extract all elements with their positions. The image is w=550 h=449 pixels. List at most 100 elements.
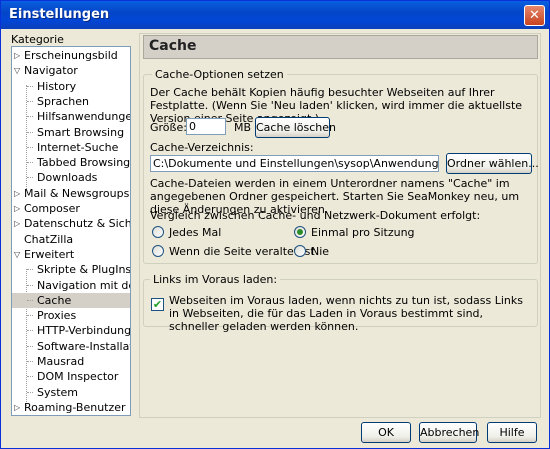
close-button[interactable]: ✕ xyxy=(524,5,545,26)
sidebar-item-label: Internet-Suche xyxy=(37,141,119,154)
sidebar-item[interactable]: Internet-Suche xyxy=(12,140,130,155)
tree-connector xyxy=(27,330,33,331)
tree-connector xyxy=(27,346,33,347)
prefetch-legend: Links im Voraus laden: xyxy=(150,273,281,286)
sidebar-item[interactable]: Software-Installation xyxy=(12,339,130,354)
sidebar-item[interactable]: ▷ Mail & Newsgroups xyxy=(12,186,130,201)
sidebar-item-label: Sprachen xyxy=(37,95,89,108)
sidebar-item[interactable]: ▽ Navigator xyxy=(12,63,130,78)
radio-when-outdated-label[interactable]: Wenn die Seite veraltet ist xyxy=(169,245,315,258)
sidebar-item-label: Mail & Newsgroups xyxy=(24,187,130,200)
help-button[interactable]: Hilfe xyxy=(487,422,537,443)
sidebar-item[interactable]: Skripte & PlugIns xyxy=(12,262,130,277)
window-title: Einstellungen xyxy=(9,7,110,22)
sidebar-item[interactable]: Downloads xyxy=(12,170,130,185)
radio-once-per-session[interactable] xyxy=(294,226,306,238)
cache-dir-field[interactable]: C:\Dokumente und Einstellungen\sysop\Anw… xyxy=(150,155,439,172)
sidebar-item-label: Navigator xyxy=(24,64,78,77)
sidebar-item-label: Tabbed Browsing xyxy=(37,156,131,169)
tree-connector xyxy=(27,300,33,301)
collapsed-twisty-icon[interactable]: ▷ xyxy=(14,403,23,412)
cache-options-legend: Cache-Optionen setzen xyxy=(152,68,287,81)
tree-connector xyxy=(27,86,33,87)
tree-connector xyxy=(27,116,33,117)
sidebar-item[interactable]: ▷ Roaming-Benutzer xyxy=(12,400,130,415)
sidebar-item-label: Navigation mit der ... xyxy=(37,279,130,292)
panel-header: Cache xyxy=(143,35,538,59)
collapsed-twisty-icon[interactable]: ▷ xyxy=(14,219,23,228)
collapsed-twisty-icon[interactable]: ▷ xyxy=(14,204,23,213)
radio-when-outdated[interactable] xyxy=(152,245,164,257)
compare-label: Vergleich zwischen Cache- und Netzwerk-D… xyxy=(150,209,481,222)
sidebar-item[interactable]: DOM Inspector xyxy=(12,369,130,384)
tree-connector xyxy=(27,285,33,286)
category-tree[interactable]: ▷ Erscheinungsbild ▽ Navigator History Sprach… xyxy=(11,46,131,416)
sidebar-item[interactable]: HTTP-Verbindungen xyxy=(12,323,130,338)
cancel-button[interactable]: Abbrechen xyxy=(419,422,479,443)
radio-every-time[interactable] xyxy=(152,226,164,238)
sidebar-item[interactable]: Smart Browsing xyxy=(12,125,130,140)
sidebar-item[interactable]: ▷ Composer xyxy=(12,201,130,216)
preferences-window: Einstellungen ✕ Kategorie ▷ Erscheinungsb… xyxy=(0,0,550,449)
prefetch-group: Links im Voraus laden: ✔ Webseiten im Vo… xyxy=(143,273,538,333)
sidebar-item[interactable]: History xyxy=(12,79,130,94)
sidebar-item-label: Proxies xyxy=(37,309,77,322)
sidebar-item-label: Skripte & PlugIns xyxy=(37,263,131,276)
tree-connector xyxy=(27,162,33,163)
radio-every-time-label[interactable]: Jedes Mal xyxy=(169,226,221,239)
choose-folder-button[interactable]: Ordner wählen... xyxy=(446,153,539,174)
sidebar-item-label: Downloads xyxy=(37,171,98,184)
expanded-twisty-icon[interactable]: ▽ xyxy=(14,250,23,259)
sidebar-item-label: History xyxy=(37,80,77,93)
cache-size-input[interactable]: 0 xyxy=(186,118,226,135)
sidebar-item-label: HTTP-Verbindungen xyxy=(37,324,131,337)
tree-connector xyxy=(27,147,33,148)
tree-connector xyxy=(27,376,33,377)
prefetch-checkbox[interactable]: ✔ xyxy=(151,298,164,311)
clear-cache-button[interactable]: Cache löschen xyxy=(255,117,336,138)
expanded-twisty-icon[interactable]: ▽ xyxy=(14,66,23,75)
sidebar-item-label: Composer xyxy=(24,202,80,215)
sidebar-item-label: ChatZilla xyxy=(24,233,74,246)
collapsed-twisty-icon[interactable]: ▷ xyxy=(14,51,23,60)
size-label: Größe: xyxy=(150,121,187,134)
sidebar-item-label: Datenschutz & Sicherheit xyxy=(24,217,130,230)
prefetch-checkbox-label[interactable]: Webseiten im Voraus laden, wenn nichts z… xyxy=(169,294,533,333)
title-bar[interactable]: Einstellungen ✕ xyxy=(1,1,549,29)
tree-connector xyxy=(27,132,33,133)
tree-connector xyxy=(27,392,33,393)
sidebar-item-label: DOM Inspector xyxy=(37,370,119,383)
sidebar-item[interactable]: Proxies xyxy=(12,308,130,323)
radio-never[interactable] xyxy=(294,245,306,257)
sidebar-item-label: System xyxy=(37,386,79,399)
sidebar-item[interactable]: ChatZilla xyxy=(12,232,130,247)
panel-title: Cache xyxy=(149,38,197,54)
tree-connector xyxy=(27,177,33,178)
tree-connector xyxy=(27,269,33,270)
sidebar-item[interactable]: Mausrad xyxy=(12,354,130,369)
sidebar-item[interactable]: Navigation mit der ... xyxy=(12,278,130,293)
sidebar-item[interactable]: Sprachen xyxy=(12,94,130,109)
radio-once-per-session-label[interactable]: Einmal pro Sitzung xyxy=(311,226,415,239)
sidebar-item-label: Hilfsanwendungen xyxy=(37,110,131,123)
sidebar-item[interactable]: ▷Datenschutz & Sicherheit xyxy=(12,216,130,231)
sidebar-item[interactable]: ▽ Erweitert xyxy=(12,247,130,262)
sidebar-item[interactable]: Cache xyxy=(12,293,130,308)
sidebar-item[interactable]: System xyxy=(12,385,130,400)
size-unit: MB xyxy=(234,121,252,134)
tree-connector xyxy=(27,361,33,362)
sidebar-item[interactable]: ▷ Erscheinungsbild xyxy=(12,48,130,63)
sidebar-item-label: Software-Installation xyxy=(37,340,130,353)
sidebar-item-label: Erscheinungsbild xyxy=(24,49,118,62)
radio-never-label[interactable]: Nie xyxy=(311,245,329,258)
category-label: Kategorie xyxy=(11,33,64,46)
ok-button[interactable]: OK xyxy=(361,422,411,443)
cache-dir-label: Cache-Verzeichnis: xyxy=(150,141,254,154)
cache-options-group: Cache-Optionen setzen Der Cache behält K… xyxy=(143,68,539,264)
sidebar-item[interactable]: Hilfsanwendungen xyxy=(12,109,130,124)
collapsed-twisty-icon[interactable]: ▷ xyxy=(14,189,23,198)
sidebar-item[interactable]: Tabbed Browsing xyxy=(12,155,130,170)
sidebar-item-label: Erweitert xyxy=(24,248,75,261)
sidebar-item-label: Cache xyxy=(37,294,72,307)
sidebar-item-label: Smart Browsing xyxy=(37,126,125,139)
